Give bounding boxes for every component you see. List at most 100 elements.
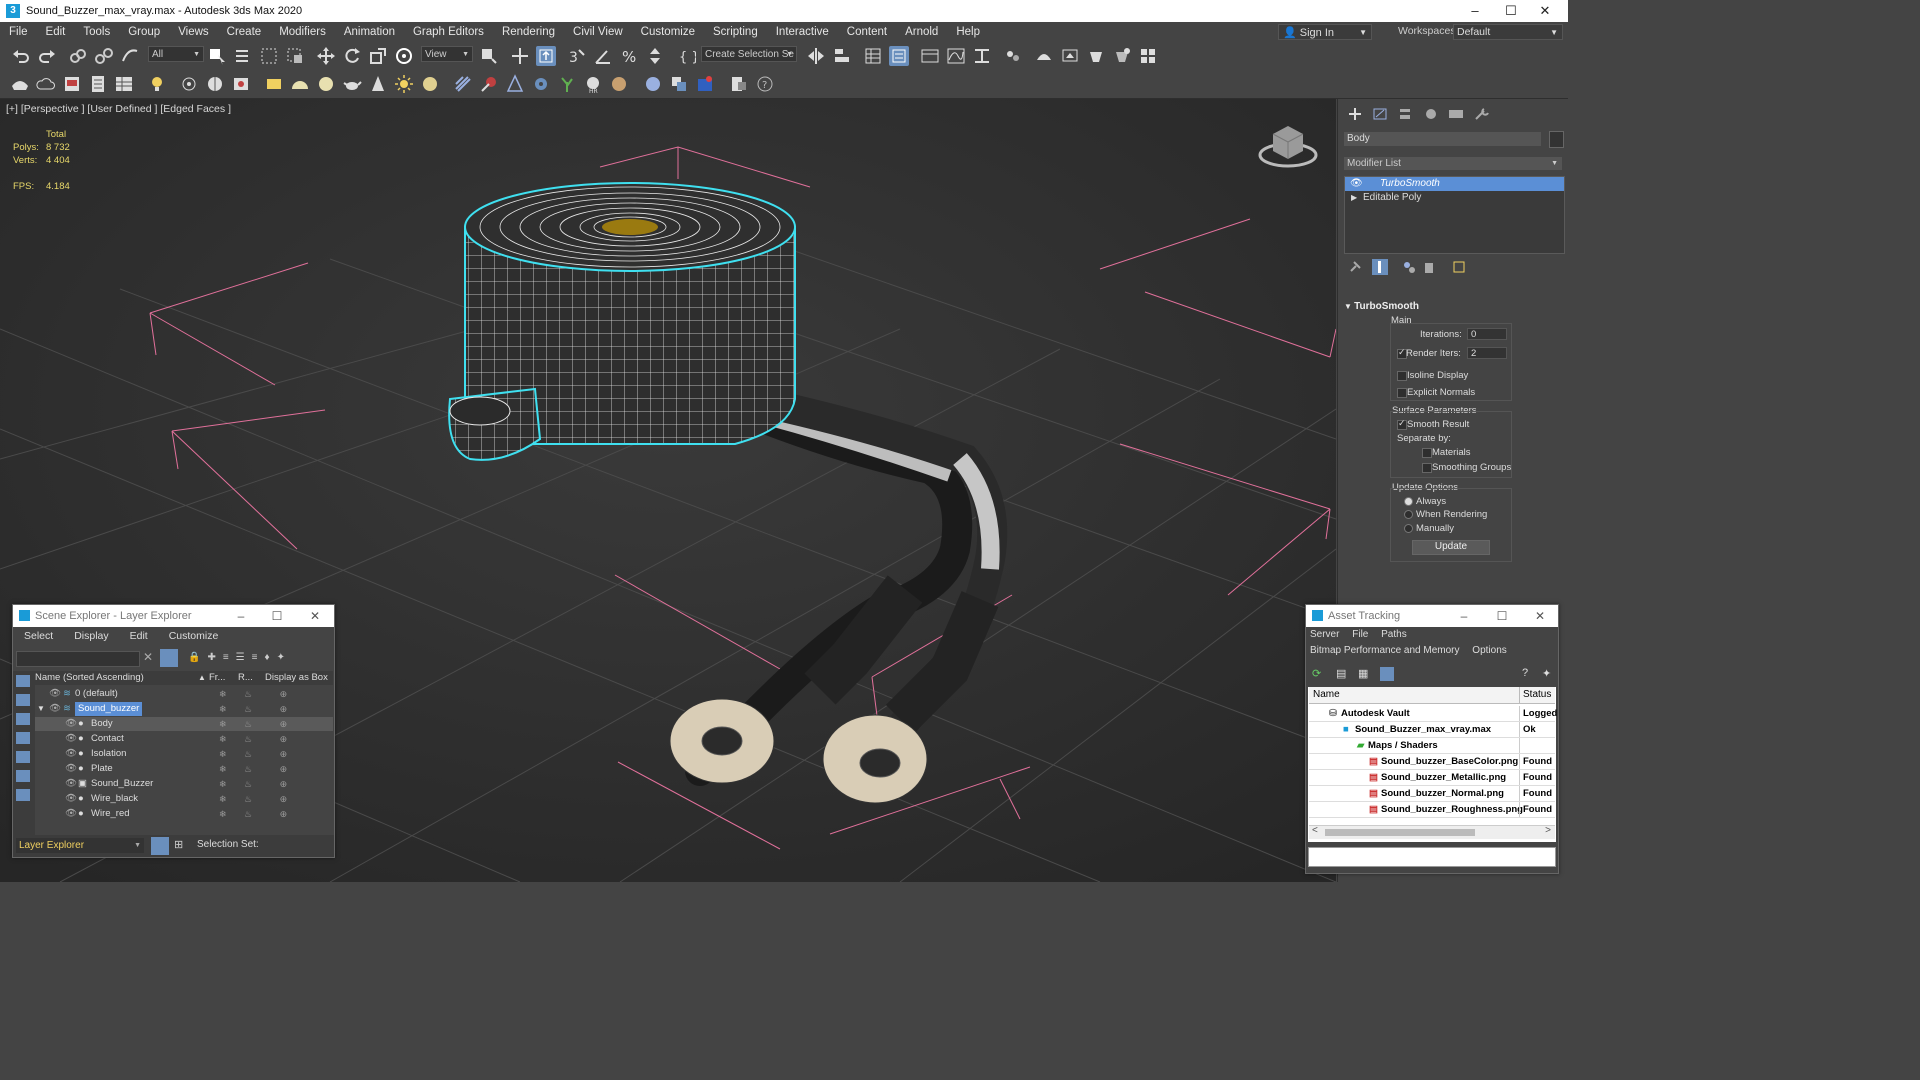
scrollbar-thumb[interactable] (1325, 829, 1475, 836)
align-icon[interactable] (832, 46, 852, 66)
render-production-icon[interactable] (1086, 46, 1106, 66)
contact-terminal-right[interactable] (822, 714, 928, 804)
thumbnail-view-icon[interactable]: ▦ (1358, 667, 1368, 680)
menu-arnold[interactable]: Arnold (896, 26, 947, 38)
menu-help[interactable]: Help (947, 26, 989, 38)
settings-icon[interactable]: ✦ (1542, 667, 1551, 680)
light-sphere-icon[interactable] (420, 74, 440, 94)
menu-file[interactable]: File (0, 26, 37, 38)
menu-views[interactable]: Views (169, 26, 217, 38)
turbosmooth-rollout-header[interactable]: ▼ TurboSmooth (1344, 301, 1563, 313)
render-iters-spinner[interactable]: 2 (1467, 347, 1507, 359)
scene-explorer-titlebar[interactable]: Scene Explorer - Layer Explorer – ☐ ✕ (13, 605, 334, 627)
eye-icon[interactable]: 👁 (65, 807, 77, 821)
remove-modifier-icon[interactable] (1422, 260, 1436, 274)
link-icon[interactable] (68, 46, 88, 66)
render-iterative-icon[interactable] (1112, 46, 1132, 66)
pivot-center-icon[interactable] (479, 46, 499, 66)
reference-coordinate-dropdown[interactable]: View ▼ (421, 46, 473, 62)
hemisphere-icon[interactable] (290, 74, 310, 94)
menu-edit[interactable]: Edit (37, 26, 75, 38)
undo-icon[interactable] (11, 46, 31, 66)
table-icon[interactable] (114, 74, 134, 94)
rectangular-selection-icon[interactable] (259, 46, 279, 66)
displacement-icon[interactable] (479, 74, 499, 94)
menu-tools[interactable]: Tools (74, 26, 119, 38)
display-bones-icon[interactable] (16, 789, 30, 801)
curve-editor-icon[interactable] (946, 46, 966, 66)
mirror-icon[interactable] (806, 46, 826, 66)
column-toggle-icons[interactable]: ❄ ♨ ⊕ ❄ ♨ ⊕ ❄ ♨ ⊕ ❄ ♨ ⊕ ❄ ♨ ⊕ ❄ ♨ ⊕ ❄ ♨ ⊕ ❄ ♨ ⊕… (219, 687, 319, 822)
display-shapes-icon[interactable] (16, 694, 30, 706)
select-by-name-icon[interactable] (233, 46, 253, 66)
menu-content[interactable]: Content (838, 26, 896, 38)
asset-menu-server[interactable]: Server (1310, 629, 1339, 640)
asset-row-max-file[interactable]: ■ Sound_Buzzer_max_vray.max Ok (1309, 722, 1555, 738)
asset-col-name[interactable]: Name (1313, 687, 1340, 703)
modifier-list-dropdown[interactable]: Modifier List ▼ (1344, 157, 1562, 170)
display-lights-icon[interactable] (16, 713, 30, 725)
help-icon[interactable]: ? (755, 74, 775, 94)
asset-horizontal-scrollbar[interactable]: < > (1309, 825, 1555, 839)
keyboard-shortcut-toggle-icon[interactable] (536, 46, 556, 66)
pivot-icon[interactable] (179, 74, 199, 94)
hierarchy-icon[interactable] (205, 74, 225, 94)
filter-icon[interactable] (160, 649, 178, 667)
rendered-frame-window-icon[interactable] (1060, 46, 1080, 66)
display-geometry-icon[interactable] (16, 675, 30, 687)
scroll-left-icon[interactable]: < (1312, 825, 1318, 836)
bind-space-warp-icon[interactable] (120, 46, 140, 66)
move-icon[interactable] (316, 46, 336, 66)
spinner-snap-icon[interactable] (645, 46, 665, 66)
window-crossing-icon[interactable] (285, 46, 305, 66)
select-manipulate-icon[interactable] (510, 46, 530, 66)
iterations-spinner[interactable]: 0 (1467, 328, 1507, 340)
lightbulb-icon[interactable] (147, 74, 167, 94)
sign-in-dropdown[interactable]: 👤 Sign In ▼ (1278, 24, 1372, 40)
display-cameras-icon[interactable] (16, 732, 30, 744)
document-icon[interactable] (88, 74, 108, 94)
maximize-button[interactable]: ☐ (1484, 605, 1520, 627)
eye-icon[interactable]: 👁 (65, 762, 77, 776)
percent-snap-icon[interactable]: % (619, 46, 639, 66)
asset-row-basecolor[interactable]: ▤ Sound_buzzer_BaseColor.png Found (1309, 754, 1555, 770)
explorer-mode-dropdown[interactable]: Layer Explorer ▼ (16, 838, 144, 853)
materials-checkbox[interactable] (1422, 448, 1432, 458)
hierarchy-mode-icon[interactable]: ⊞ (174, 838, 183, 851)
asset-menu-bitmap-perf[interactable]: Bitmap Performance and Memory (1310, 645, 1460, 656)
list-view-icon[interactable]: ▤ (1336, 667, 1346, 680)
manually-radio[interactable] (1404, 524, 1413, 533)
menu-scripting[interactable]: Scripting (704, 26, 767, 38)
asset-path-field[interactable] (1308, 847, 1556, 867)
scene-explorer-search-input[interactable] (16, 651, 140, 667)
when-rendering-radio[interactable] (1404, 510, 1413, 519)
collapse-arrow-icon[interactable]: ▼ (37, 702, 45, 716)
eye-icon[interactable]: 👁 (65, 732, 77, 746)
close-button[interactable]: ✕ (297, 605, 333, 627)
pin-stack-icon[interactable] (1348, 260, 1362, 274)
fur-icon[interactable] (453, 74, 473, 94)
column-freeze[interactable]: Fr... (209, 671, 225, 685)
toggle-ribbon-icon[interactable] (920, 46, 940, 66)
se-menu-display[interactable]: Display (63, 630, 118, 642)
smooth-result-checkbox[interactable] (1397, 418, 1407, 430)
toggle-layer-explorer-icon[interactable] (889, 46, 909, 66)
display-tab-icon[interactable] (1447, 107, 1465, 121)
asset-menu-options[interactable]: Options (1472, 645, 1506, 656)
eye-icon[interactable]: 👁 (49, 687, 61, 701)
eye-icon[interactable]: 👁 (65, 747, 77, 761)
asset-row-roughness[interactable]: ▤ Sound_buzzer_Roughness.png Found (1309, 802, 1555, 818)
menu-interactive[interactable]: Interactive (767, 26, 838, 38)
hierarchy-tab-icon[interactable] (1396, 107, 1414, 121)
se-menu-customize[interactable]: Customize (158, 630, 229, 642)
plant-icon[interactable] (557, 74, 577, 94)
gear-icon[interactable] (531, 74, 551, 94)
eye-icon[interactable]: 👁 (65, 792, 77, 806)
redo-icon[interactable] (37, 46, 57, 66)
asset-tracking-titlebar[interactable]: Asset Tracking – ☐ ✕ (1306, 605, 1558, 627)
teapot-icon[interactable] (342, 74, 362, 94)
menu-rendering[interactable]: Rendering (493, 26, 564, 38)
unlink-icon[interactable] (94, 46, 114, 66)
place-icon[interactable] (394, 46, 414, 66)
buzzer-body-selected[interactable] (448, 182, 796, 461)
